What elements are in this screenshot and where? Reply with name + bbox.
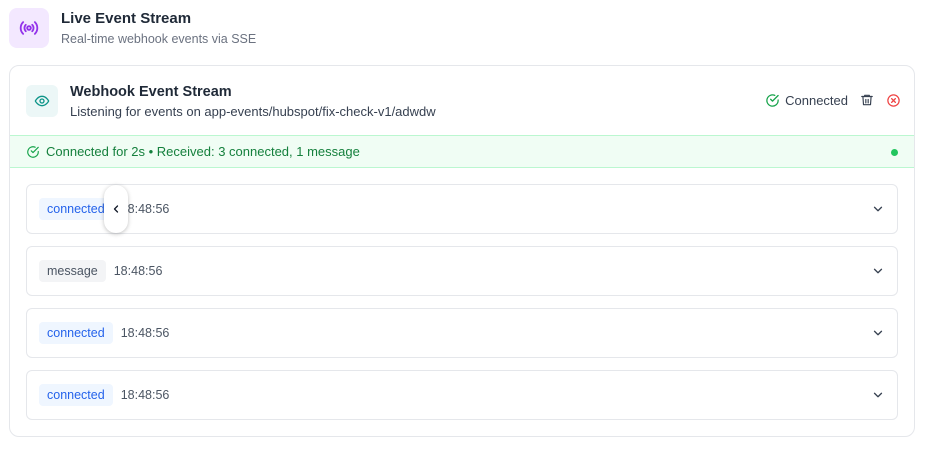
event-list: connected 18:48:56 message 18:48:56 conn…: [26, 184, 898, 432]
close-circle-icon: [886, 93, 900, 107]
broadcast-icon: [9, 8, 49, 48]
event-row[interactable]: message 18:48:56: [26, 246, 898, 296]
event-type-badge: connected: [39, 198, 113, 220]
live-event-stream-page: Live Event Stream Real-time webhook even…: [0, 0, 929, 451]
eye-icon: [26, 85, 58, 117]
check-circle-icon: [27, 145, 39, 158]
check-circle-icon: [766, 93, 779, 107]
chevron-down-icon[interactable]: [871, 326, 885, 340]
event-type-badge: connected: [39, 322, 113, 344]
chevron-down-icon[interactable]: [871, 264, 885, 278]
stream-title: Webhook Event Stream: [70, 84, 232, 100]
connection-status: Connected: [765, 93, 848, 108]
event-type-badge: message: [39, 260, 106, 282]
event-row[interactable]: connected 18:48:56: [26, 308, 898, 358]
event-time: 18:48:56: [120, 388, 170, 402]
stream-subtitle: Listening for events on app-events/hubsp…: [70, 104, 436, 119]
page-subtitle: Real-time webhook events via SSE: [61, 31, 257, 46]
event-row[interactable]: connected 18:48:56: [26, 370, 898, 420]
connection-banner: Connected for 2s • Received: 3 connected…: [10, 135, 914, 168]
clear-events-button[interactable]: [858, 91, 876, 109]
connection-banner-text: Connected for 2s • Received: 3 connected…: [46, 144, 360, 159]
event-stream-card: Webhook Event Stream Listening for event…: [9, 65, 915, 437]
disconnect-button[interactable]: [884, 91, 902, 109]
event-time: 18:48:56: [120, 326, 170, 340]
chevron-down-icon[interactable]: [871, 202, 885, 216]
card-header: Webhook Event Stream Listening for event…: [10, 66, 914, 135]
page-title: Live Event Stream: [61, 9, 192, 27]
event-row[interactable]: connected 18:48:56: [26, 184, 898, 234]
event-time: 18:48:56: [113, 264, 163, 278]
collapse-handle[interactable]: [104, 185, 128, 233]
chevron-left-icon: [113, 205, 119, 213]
chevron-down-icon[interactable]: [871, 388, 885, 402]
trash-icon: [861, 94, 873, 106]
event-type-badge: connected: [39, 384, 113, 406]
live-status-dot: [891, 149, 898, 156]
connection-status-label: Connected: [785, 92, 848, 108]
app-header: Live Event Stream Real-time webhook even…: [9, 8, 256, 48]
